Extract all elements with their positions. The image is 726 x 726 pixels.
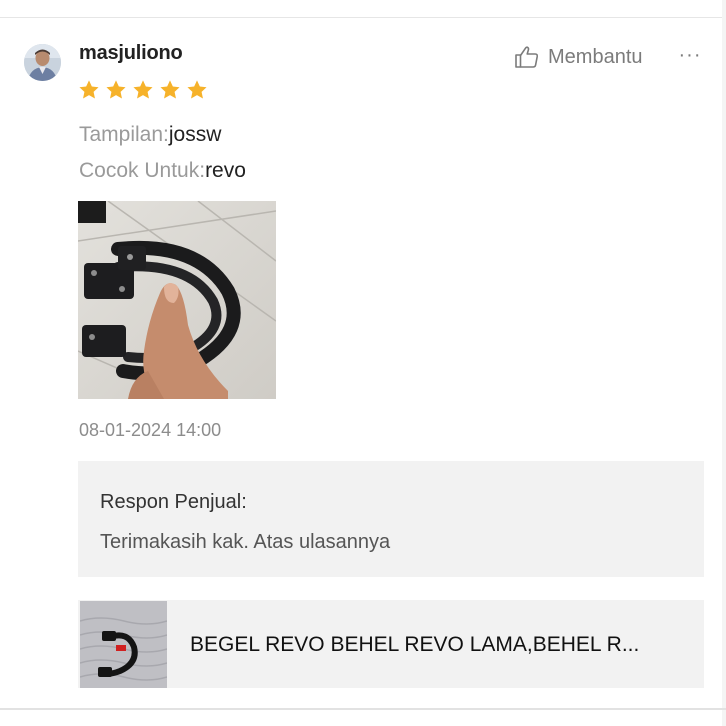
avatar-photo: [24, 44, 61, 81]
seller-response-text: Terimakasih kak. Atas ulasannya: [100, 531, 391, 553]
top-divider: [0, 17, 726, 18]
attribute-value: jossw: [168, 123, 222, 146]
more-options-button[interactable]: ···: [676, 41, 704, 69]
product-thumbnail-image: [80, 601, 167, 688]
product-name: BEGEL REVO BEHEL REVO LAMA,BEHEL R...: [190, 633, 640, 656]
attribute-label: Tampilan:: [79, 123, 169, 146]
rating-stars: [78, 79, 208, 101]
reviewer-name: masjuliono: [79, 42, 183, 64]
attribute-value: revo: [205, 159, 246, 182]
seller-response-title: Respon Penjual:: [100, 491, 247, 513]
user-avatar[interactable]: [24, 44, 61, 81]
right-edge: [722, 0, 726, 726]
review-photo-image: [78, 201, 276, 399]
attribute-cocok-untuk: Cocok Untuk:revo: [79, 159, 246, 183]
attribute-label: Cocok Untuk:: [79, 159, 206, 182]
more-horizontal-icon: ···: [678, 43, 702, 66]
helpful-label: Membantu: [548, 45, 643, 68]
review-card: masjuliono Membantu ··· Tampilan:jossw C…: [0, 0, 726, 726]
star-icon: [160, 80, 180, 99]
star-icon: [79, 80, 99, 99]
bottom-divider: [0, 708, 726, 710]
product-thumbnail: [80, 601, 167, 688]
product-link[interactable]: BEGEL REVO BEHEL REVO LAMA,BEHEL R...: [78, 600, 704, 688]
review-timestamp: 08-01-2024 14:00: [79, 420, 222, 440]
seller-response: Respon Penjual: Terimakasih kak. Atas ul…: [78, 461, 704, 577]
attribute-tampilan: Tampilan:jossw: [79, 123, 221, 147]
helpful-button[interactable]: Membantu: [514, 43, 643, 71]
thumbs-up-icon: [515, 46, 539, 68]
review-photo[interactable]: [78, 201, 276, 399]
star-icon: [187, 80, 207, 99]
star-icon: [106, 80, 126, 99]
star-icon: [133, 80, 153, 99]
